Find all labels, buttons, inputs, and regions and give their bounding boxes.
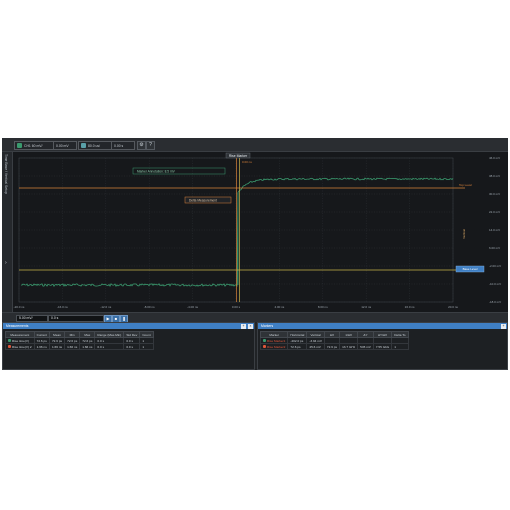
- marker-row-color-swatch: [263, 345, 266, 349]
- markers-header: Markers +: [258, 323, 507, 329]
- marker-row-name: Rise Marker2: [267, 344, 286, 349]
- bottom-panels: Measurements + × Measurement Current Mean M…: [2, 322, 508, 370]
- control-bar: 5.00 mV/ 0.0 s ▶ ■ ❚: [2, 312, 508, 323]
- marker-cell: 1: [391, 343, 409, 350]
- bottom-axis-tick-label: 20.0 ns: [448, 305, 458, 309]
- measurements-panel: Measurements + × Measurement Current Mean M…: [2, 322, 255, 370]
- channel1-scale-chip[interactable]: CH1 60 mV/: [14, 141, 54, 150]
- bottom-axis-tick-label: 0.00 s: [232, 305, 241, 309]
- close-icon[interactable]: ×: [248, 323, 253, 329]
- measurement-row-color-swatch: [8, 339, 11, 343]
- question-icon[interactable]: ?: [146, 141, 155, 150]
- measurement-row-color-swatch: [8, 345, 11, 349]
- right-axis-tick-label: 22.0 mV: [489, 210, 500, 214]
- measurement-row-name: Rise time(V) 2: [12, 344, 32, 349]
- markers-panel: Markers + Marker Horizontal Vertical ΔX 1/ΔX…: [257, 322, 508, 370]
- marker-cell: 13.7 GHz: [339, 343, 359, 350]
- marker-cell: 72.6 ps: [287, 343, 308, 350]
- right-axis-tick-label: 30.0 mV: [489, 192, 500, 196]
- waveform-area[interactable]: Rise Marker 0.00 ns Marker Annotation: 8.5…: [13, 152, 508, 314]
- measurements-title: Measurements: [6, 324, 29, 328]
- oscilloscope-window: CH1 60 mV/ 0.00 mV 80.0 us/ 0.00 s ⚙ ? T…: [2, 138, 508, 370]
- measurement-cell: 1: [139, 343, 154, 350]
- side-vertical-label: Vertical: [462, 229, 466, 239]
- bottom-axis-tick-label: -8.00 ns: [144, 305, 155, 309]
- add-marker-icon[interactable]: +: [501, 323, 506, 329]
- left-side-rail: Time Base / Vertical Setup ›: [2, 152, 13, 314]
- gear-icon[interactable]: ⚙: [137, 141, 146, 150]
- right-axis-tick-label: 46.0 mV: [489, 156, 500, 160]
- marker-row-name: Rise Marker1: [267, 338, 286, 343]
- marker-cell: Rise Marker2: [259, 343, 289, 350]
- channel1-offset-label: 0.00 mV: [56, 143, 69, 148]
- measurement-cell: 1.66 ns: [33, 343, 50, 350]
- measurement-row[interactable]: Rise time(V) 2 1.66 ns 1.66 ns 1.66 ns 1.66 …: [5, 343, 154, 350]
- scale-input[interactable]: 5.00 mV/: [16, 315, 48, 322]
- top-level-label: Top Level: [459, 183, 472, 187]
- bottom-axis-tick-label: 16.0 ns: [405, 305, 415, 309]
- timebase-swatch: [81, 143, 86, 148]
- measurement-cell: 0.0 s: [94, 343, 125, 350]
- side-rail-label: Time Base / Vertical Setup: [4, 154, 8, 194]
- top-marker-sub: 0.00 ns: [242, 160, 252, 164]
- right-axis-tick-label: 6.00 mV: [489, 246, 500, 250]
- top-toolbar: CH1 60 mV/ 0.00 mV 80.0 us/ 0.00 s ⚙ ?: [2, 138, 508, 152]
- measurements-header: Measurements + ×: [3, 323, 254, 329]
- marker-cell: 72.6 ps: [323, 343, 341, 350]
- bottom-axis-tick-label: -16.0 ns: [57, 305, 68, 309]
- measurement-cell: Rise time(V) 2: [5, 343, 35, 350]
- measurement-row-name: Rise time(V): [12, 338, 30, 343]
- bottom-axis-tick-label: 8.00 ns: [318, 305, 328, 309]
- annotation-upper-label: Marker Annotation: 8.5 mV: [137, 169, 176, 173]
- channel1-offset-chip[interactable]: 0.00 mV: [53, 141, 77, 150]
- marker-cell: 7.55 Gb/s: [372, 343, 393, 350]
- bottom-axis-tick-label: 12.0 ns: [361, 305, 371, 309]
- right-axis-tick-label: 38.0 mV: [489, 174, 500, 178]
- bottom-axis-tick-label: -4.00 ns: [187, 305, 198, 309]
- measurement-cell: 1.66 ns: [64, 343, 81, 350]
- timebase-offset-label: 0.00 s: [114, 143, 124, 148]
- base-level-label: Base Level: [463, 267, 478, 271]
- add-icon[interactable]: +: [241, 323, 246, 329]
- waveform-plot[interactable]: Rise Marker 0.00 ns Marker Annotation: 8.5…: [13, 152, 508, 314]
- bottom-axis-tick-label: -12.0 ns: [100, 305, 111, 309]
- measurement-cell: 1.66 ns: [79, 343, 96, 350]
- measurement-cell: 1.66 ns: [48, 343, 66, 350]
- timebase-scale-label: 80.0 us/: [88, 143, 101, 148]
- markers-title: Markers: [261, 324, 274, 328]
- marker-cell: 545 mV: [357, 343, 374, 350]
- bottom-axis-tick-label: -20.0 ns: [14, 305, 25, 309]
- right-axis-tick-label: -2.00 mV: [489, 264, 501, 268]
- marker-cell: 45.6 mV: [306, 343, 325, 350]
- measurements-table: Measurement Current Mean Min Max Range (Max-M…: [5, 331, 154, 350]
- right-axis-tick-label: 14.0 mV: [489, 228, 500, 232]
- channel1-swatch: [17, 143, 22, 148]
- markers-table: Marker Horizontal Vertical ΔX 1/ΔX ΔY ΔY/ΔX Del…: [259, 331, 409, 350]
- measurement-cell: 0.0 s: [123, 343, 141, 350]
- chevron-right-icon[interactable]: ›: [5, 260, 7, 266]
- right-axis-tick-label: -10.0 mV: [489, 282, 501, 286]
- marker-row-color-swatch: [263, 339, 266, 343]
- marker-row[interactable]: Rise Marker2 72.6 ps 45.6 mV 72.6 ps 13.7 GH…: [259, 343, 409, 350]
- plot-background: [13, 152, 508, 314]
- bottom-axis-tick-label: 4.00 ns: [274, 305, 284, 309]
- timebase-scale-chip[interactable]: 80.0 us/: [78, 141, 112, 150]
- right-axis-tick-label: -18.0 mV: [489, 300, 501, 304]
- channel1-scale-label: CH1 60 mV/: [24, 143, 43, 148]
- annotation-mid-label: Delta Measurement: [189, 198, 217, 202]
- offset-input[interactable]: 0.0 s: [48, 315, 104, 322]
- top-marker-label: Rise Marker: [229, 154, 248, 158]
- timebase-offset-chip[interactable]: 0.00 s: [111, 141, 135, 150]
